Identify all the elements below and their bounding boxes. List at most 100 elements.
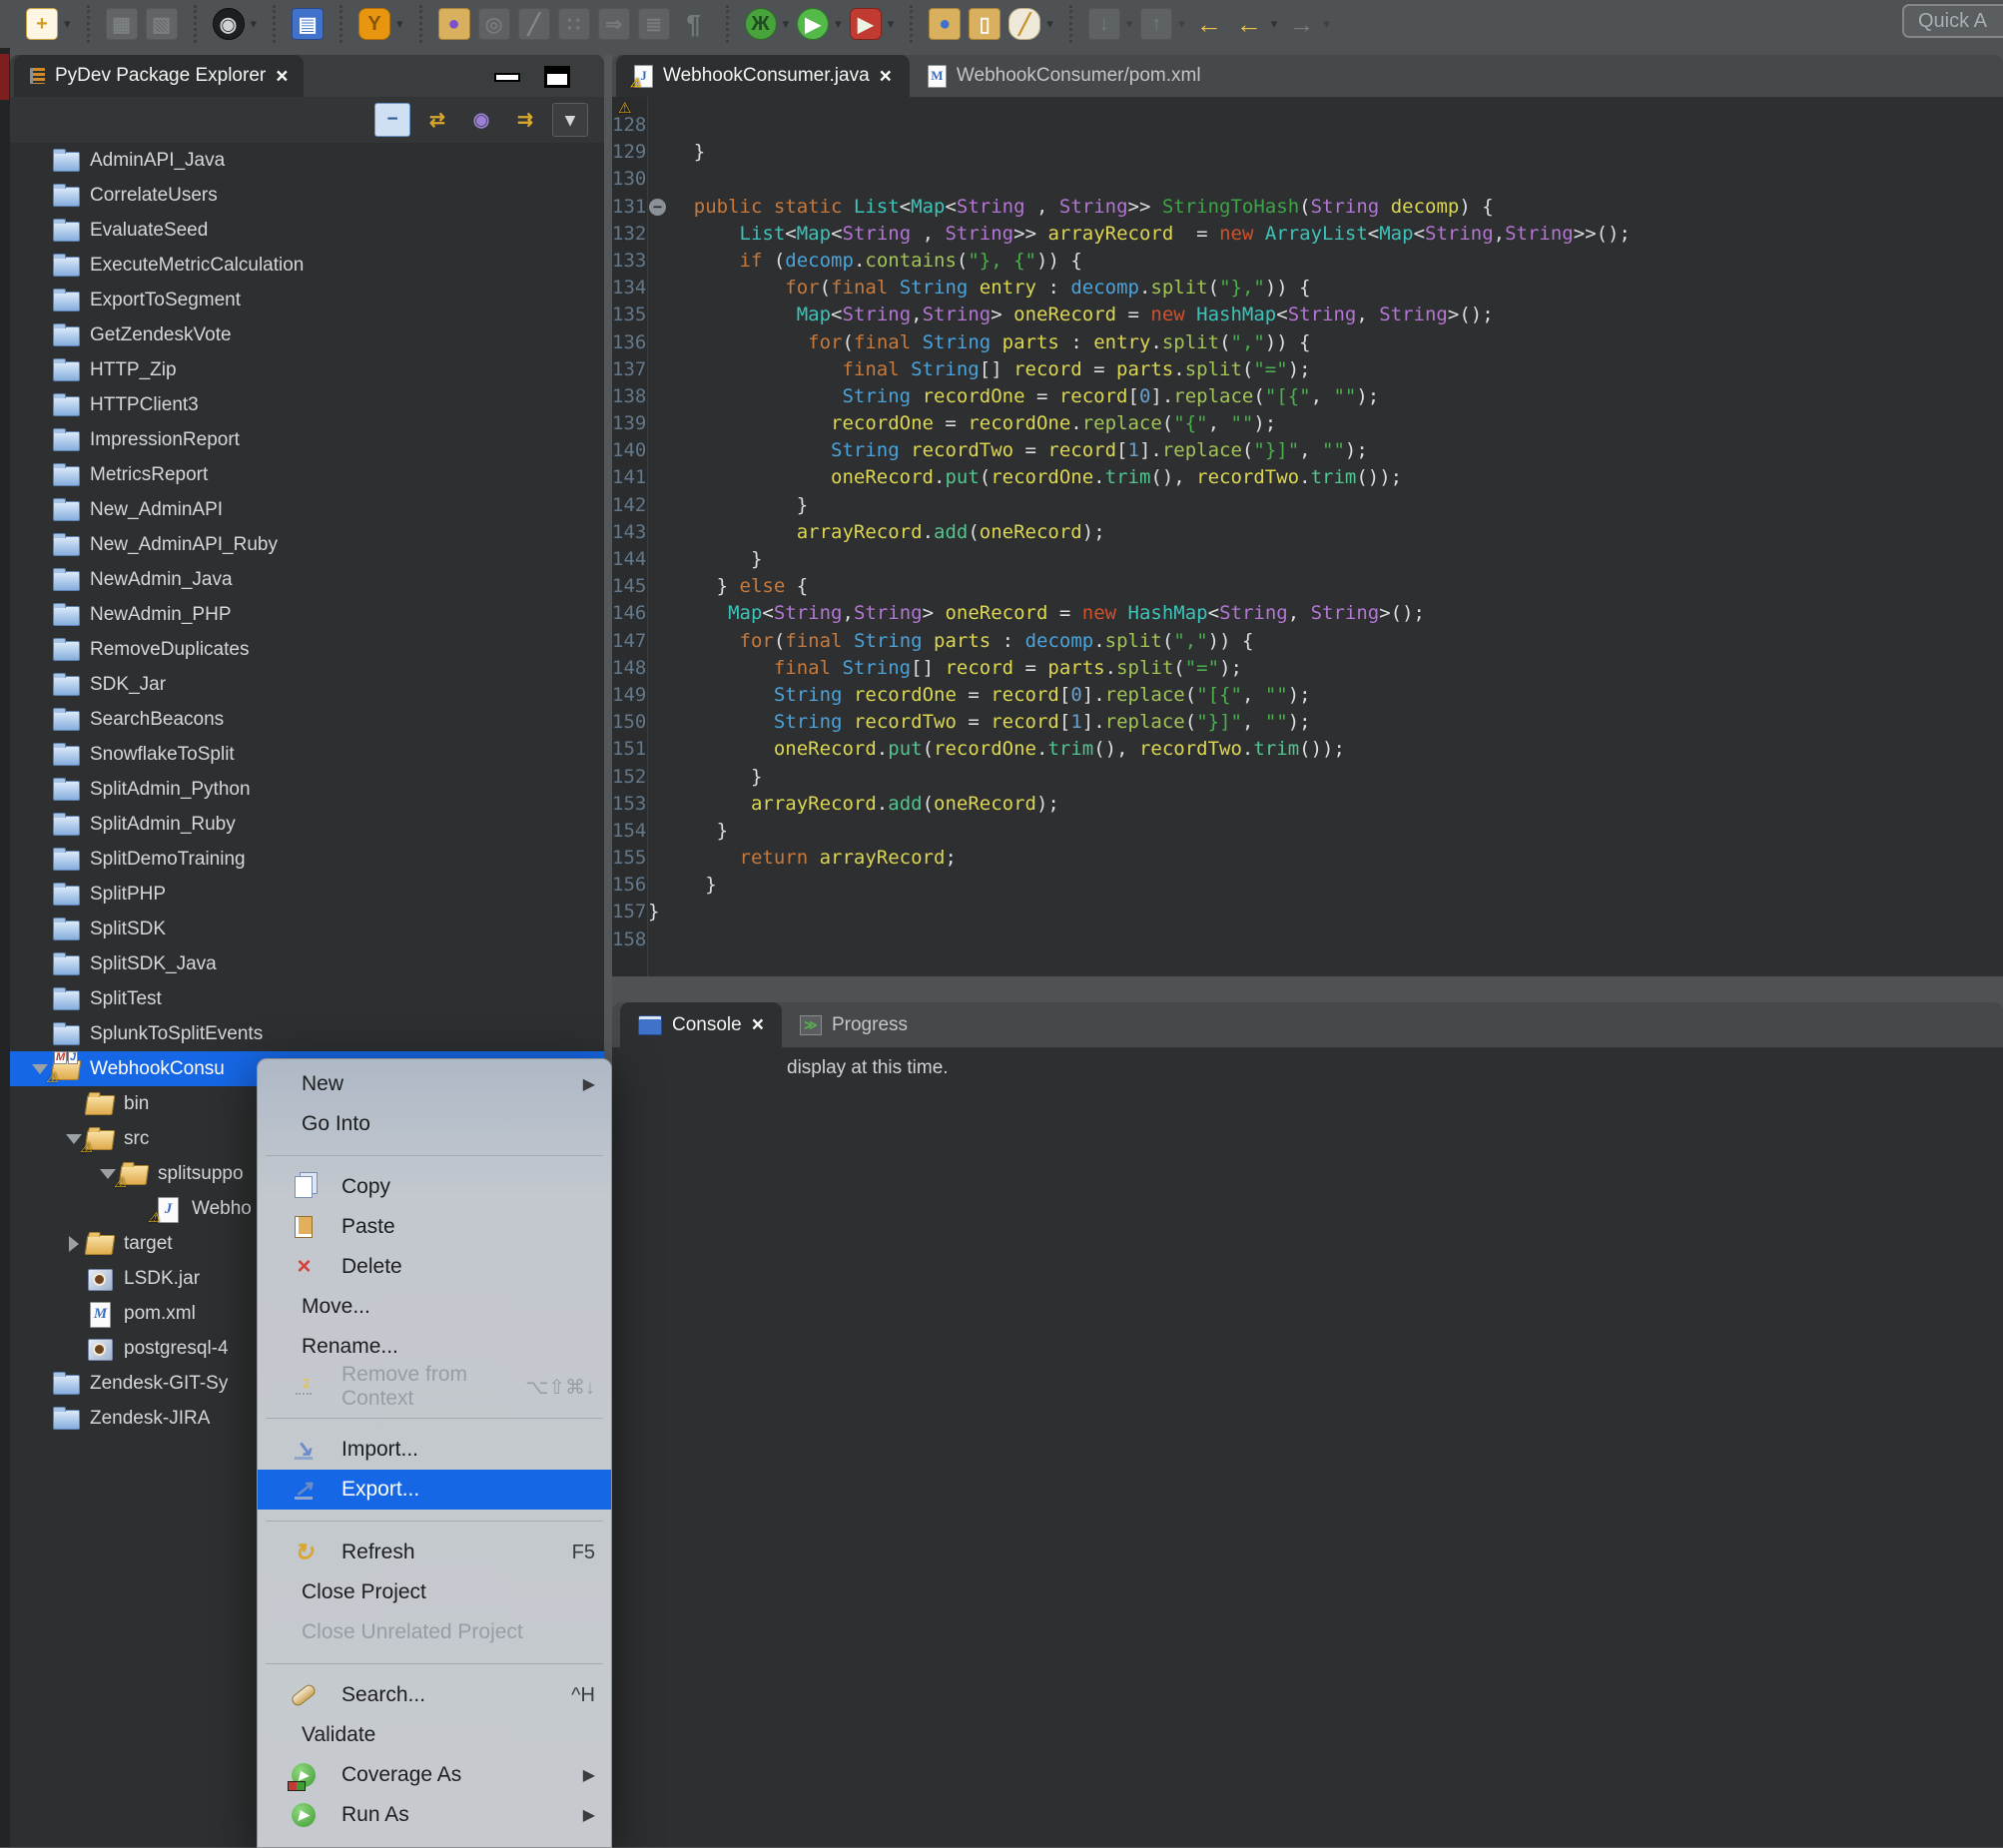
dropdown-arrow-icon[interactable]: ▾	[396, 16, 403, 32]
code-line-131[interactable]: 131− public static List<Map<String , Str…	[612, 194, 2003, 221]
code-line-137[interactable]: 137 final String[] record = parts.split(…	[612, 356, 2003, 383]
menu-item-go-into[interactable]: Go Into	[258, 1104, 611, 1144]
tree-item-executemetriccalculation[interactable]: ExecuteMetricCalculation	[10, 248, 604, 283]
back-icon[interactable]: ←	[1233, 8, 1265, 40]
tree-item-sdk-jar[interactable]: SDK_Jar	[10, 667, 604, 702]
code-line-146[interactable]: 146 Map<String,String> oneRecord = new H…	[612, 600, 2003, 627]
debug-folder-icon[interactable]: ●	[438, 8, 470, 40]
code-editor[interactable]: ⚠ 128129 }130131− public static List<Map…	[612, 97, 2003, 976]
tree-item-splitadmin-python[interactable]: SplitAdmin_Python	[10, 772, 604, 807]
menu-item-move[interactable]: Move...	[258, 1287, 611, 1327]
dropdown-arrow-icon[interactable]: ▾	[251, 16, 258, 32]
tree-item-metricsreport[interactable]: MetricsReport	[10, 457, 604, 492]
code-line-144[interactable]: 144 }	[612, 546, 2003, 573]
tree-item-exporttosegment[interactable]: ExportToSegment	[10, 283, 604, 317]
tree-item-splittest[interactable]: SplitTest	[10, 981, 604, 1016]
code-line-129[interactable]: 129 }	[612, 139, 2003, 166]
console-tab-console[interactable]: Console×	[620, 1002, 782, 1047]
code-line-136[interactable]: 136 for(final String parts : entry.split…	[612, 329, 2003, 356]
code-line-134[interactable]: 134 for(final String entry : decomp.spli…	[612, 275, 2003, 302]
code-line-156[interactable]: 156 }	[612, 872, 2003, 899]
tree-item-searchbeacons[interactable]: SearchBeacons	[10, 702, 604, 737]
tree-item-splitphp[interactable]: SplitPHP	[10, 877, 604, 912]
dropdown-arrow-icon[interactable]: ▾	[783, 16, 790, 32]
code-line-147[interactable]: 147 for(final String parts : decomp.spli…	[612, 628, 2003, 655]
tree-item-splunktosplitevents[interactable]: SplunkToSplitEvents	[10, 1016, 604, 1051]
filter-icon[interactable]: ◉	[464, 104, 498, 136]
menu-item-validate[interactable]: Validate	[258, 1715, 611, 1755]
tree-item-adminapi-java[interactable]: AdminAPI_Java	[10, 143, 604, 178]
quick-access-box[interactable]: Quick A	[1902, 4, 2003, 38]
link-with-editor-icon[interactable]: ⇉	[508, 104, 542, 136]
code-line-149[interactable]: 149 String recordOne = record[0].replace…	[612, 682, 2003, 709]
code-line-153[interactable]: 153 arrayRecord.add(oneRecord);	[612, 791, 2003, 818]
code-line-143[interactable]: 143 arrayRecord.add(oneRecord);	[612, 519, 2003, 546]
minimize-icon[interactable]	[494, 73, 520, 82]
dropdown-arrow-icon[interactable]: ▾	[835, 16, 842, 32]
close-icon[interactable]: ×	[880, 66, 892, 87]
code-line-132[interactable]: 132 List<Map<String , String>> arrayReco…	[612, 221, 2003, 248]
collapsed-arrow-icon[interactable]	[62, 1236, 86, 1252]
tree-item-impressionreport[interactable]: ImpressionReport	[10, 422, 604, 457]
code-line-130[interactable]: 130	[612, 166, 2003, 193]
menu-item-coverage-as[interactable]: ▶Coverage As▶	[258, 1755, 611, 1795]
code-line-154[interactable]: 154 }	[612, 818, 2003, 845]
new-wizard-icon[interactable]: +	[26, 8, 58, 40]
maximize-icon[interactable]	[544, 66, 570, 88]
menu-item-run-as[interactable]: ▶Run As▶	[258, 1795, 611, 1835]
code-line-138[interactable]: 138 String recordOne = record[0].replace…	[612, 383, 2003, 410]
editor-tab-webhookconsumer-pom-xml[interactable]: MWebhookConsumer/pom.xml	[910, 55, 1219, 97]
account-icon[interactable]: ◉	[213, 8, 245, 40]
code-line-151[interactable]: 151 oneRecord.put(recordOne.trim(), reco…	[612, 736, 2003, 763]
menu-item-close-project[interactable]: Close Project	[258, 1572, 611, 1612]
dropdown-arrow-icon[interactable]: ▾	[1046, 16, 1053, 32]
code-line-128[interactable]: 128	[612, 112, 2003, 139]
code-line-155[interactable]: 155 return arrayRecord;	[612, 845, 2003, 872]
dropdown-arrow-icon[interactable]: ▾	[888, 16, 895, 32]
tree-item-removeduplicates[interactable]: RemoveDuplicates	[10, 632, 604, 667]
menu-item-import[interactable]: ↘Import...	[258, 1430, 611, 1470]
open-resource-icon[interactable]: ●	[929, 8, 961, 40]
menu-item-paste[interactable]: Paste	[258, 1207, 611, 1247]
console-tab-progress[interactable]: ≫Progress	[782, 1002, 926, 1047]
menu-item-delete[interactable]: ×Delete	[258, 1247, 611, 1287]
tab-pydev-package-explorer[interactable]: PyDev Package Explorer ×	[14, 55, 304, 97]
split-bug-icon[interactable]: Y	[358, 8, 390, 40]
tree-item-correlateusers[interactable]: CorrelateUsers	[10, 178, 604, 213]
close-icon[interactable]: ×	[276, 66, 288, 87]
code-line-142[interactable]: 142 }	[612, 492, 2003, 519]
tree-item-new-adminapi-ruby[interactable]: New_AdminAPI_Ruby	[10, 527, 604, 562]
tree-item-splitsdk-java[interactable]: SplitSDK_Java	[10, 946, 604, 981]
tree-item-splitadmin-ruby[interactable]: SplitAdmin_Ruby	[10, 807, 604, 842]
code-line-133[interactable]: 133 if (decomp.contains("}, {")) {	[612, 248, 2003, 275]
menu-item-export[interactable]: ↗Export...	[258, 1470, 611, 1510]
link-swap-icon[interactable]: ⇄	[420, 104, 454, 136]
tree-item-httpclient3[interactable]: HTTPClient3	[10, 387, 604, 422]
clip-folder-icon[interactable]: ▯	[969, 8, 1001, 40]
collapse-all-icon[interactable]: −	[374, 103, 410, 137]
tree-item-snowflaketosplit[interactable]: SnowflakeToSplit	[10, 737, 604, 772]
menu-item-refresh[interactable]: ↻RefreshF5	[258, 1533, 611, 1572]
menu-item-search[interactable]: Search...^H	[258, 1675, 611, 1715]
tree-item-newadmin-php[interactable]: NewAdmin_PHP	[10, 597, 604, 632]
code-line-145[interactable]: 145 } else {	[612, 573, 2003, 600]
tree-item-new-adminapi[interactable]: New_AdminAPI	[10, 492, 604, 527]
close-icon[interactable]: ×	[752, 1014, 764, 1035]
tree-item-getzendeskvote[interactable]: GetZendeskVote	[10, 317, 604, 352]
debug-bug-icon[interactable]: Ж	[745, 8, 777, 40]
dropdown-arrow-icon[interactable]: ▾	[1271, 16, 1278, 32]
tree-item-splitdemotraining[interactable]: SplitDemoTraining	[10, 842, 604, 877]
dropdown-arrow-icon[interactable]: ▾	[64, 16, 71, 32]
code-line-148[interactable]: 148 final String[] record = parts.split(…	[612, 655, 2003, 682]
code-line-157[interactable]: 157}	[612, 899, 2003, 925]
code-line-152[interactable]: 152 }	[612, 764, 2003, 791]
code-line-141[interactable]: 141 oneRecord.put(recordOne.trim(), reco…	[612, 464, 2003, 491]
external-tools-icon[interactable]: ▶	[850, 8, 882, 40]
tree-item-newadmin-java[interactable]: NewAdmin_Java	[10, 562, 604, 597]
menu-item-new[interactable]: New▶	[258, 1064, 611, 1104]
tree-item-evaluateseed[interactable]: EvaluateSeed	[10, 213, 604, 248]
marker-pen-icon[interactable]: ╱	[1008, 8, 1040, 40]
run-icon[interactable]: ▶	[797, 8, 829, 40]
code-line-140[interactable]: 140 String recordTwo = record[1].replace…	[612, 437, 2003, 464]
editor-tab-webhookconsumer-java[interactable]: J⚠WebhookConsumer.java×	[616, 55, 910, 97]
